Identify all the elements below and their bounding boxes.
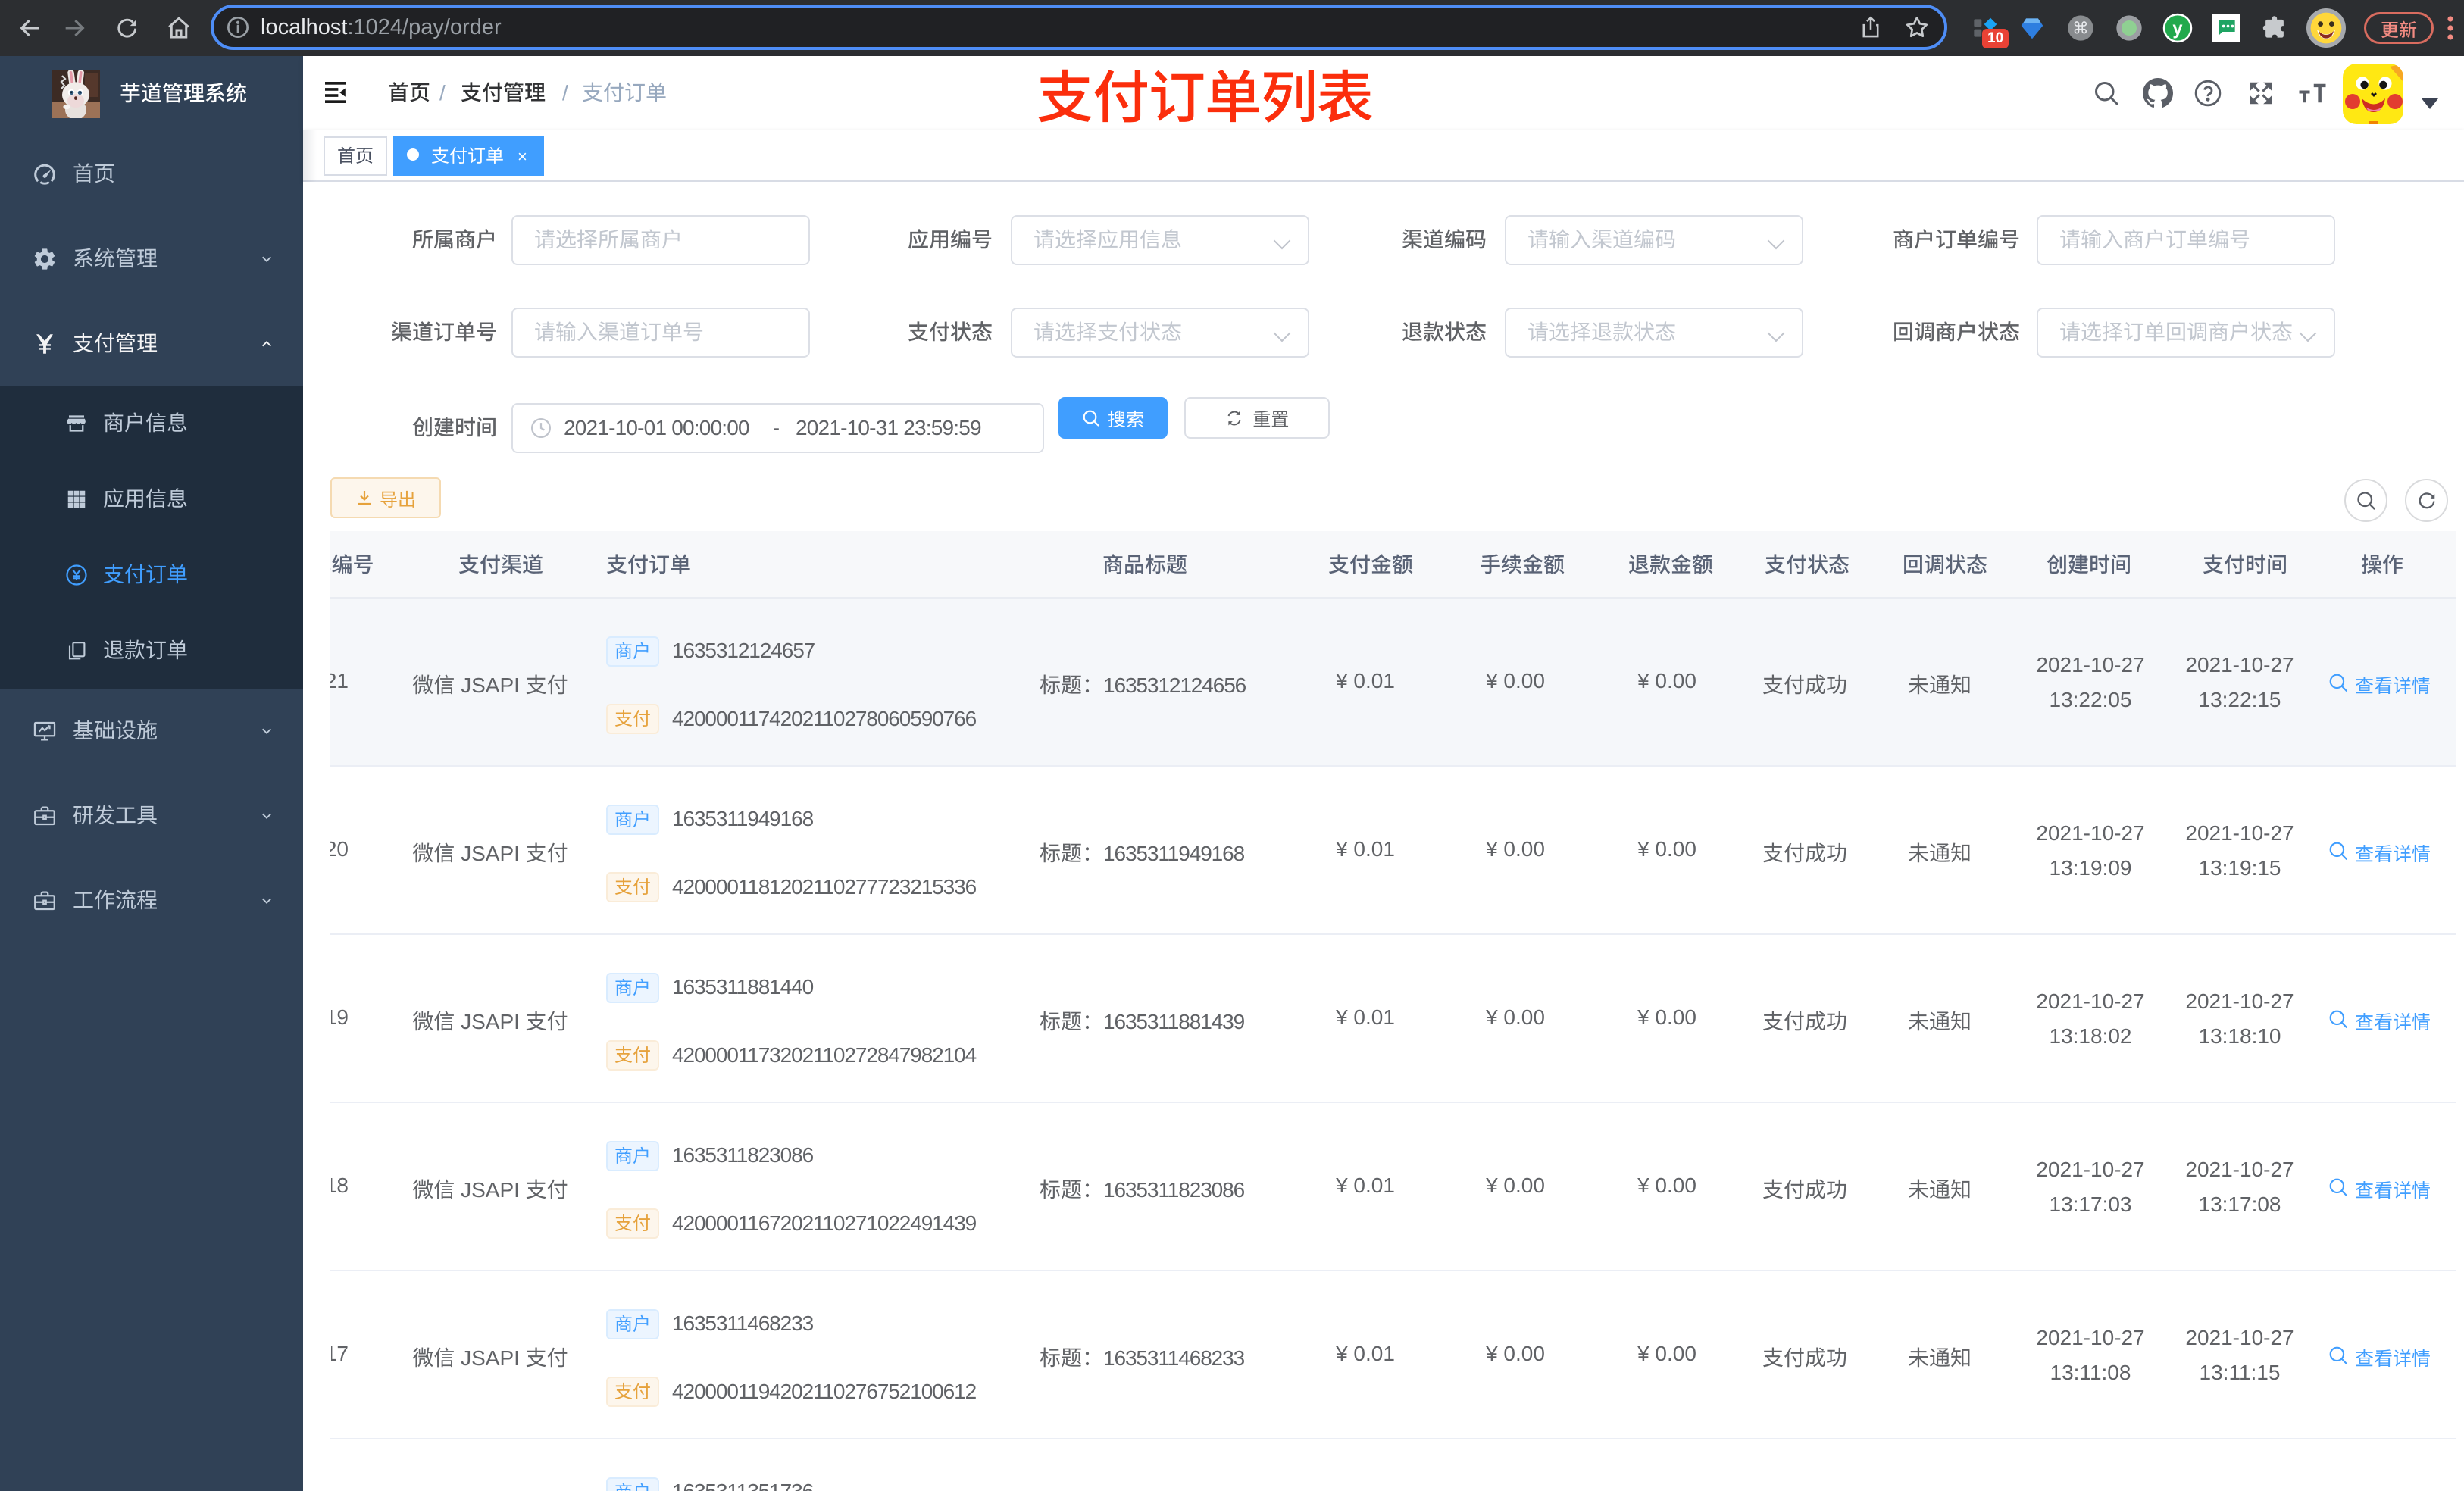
svg-text:⌘: ⌘ bbox=[2072, 19, 2089, 38]
svg-text:y: y bbox=[2172, 19, 2182, 39]
